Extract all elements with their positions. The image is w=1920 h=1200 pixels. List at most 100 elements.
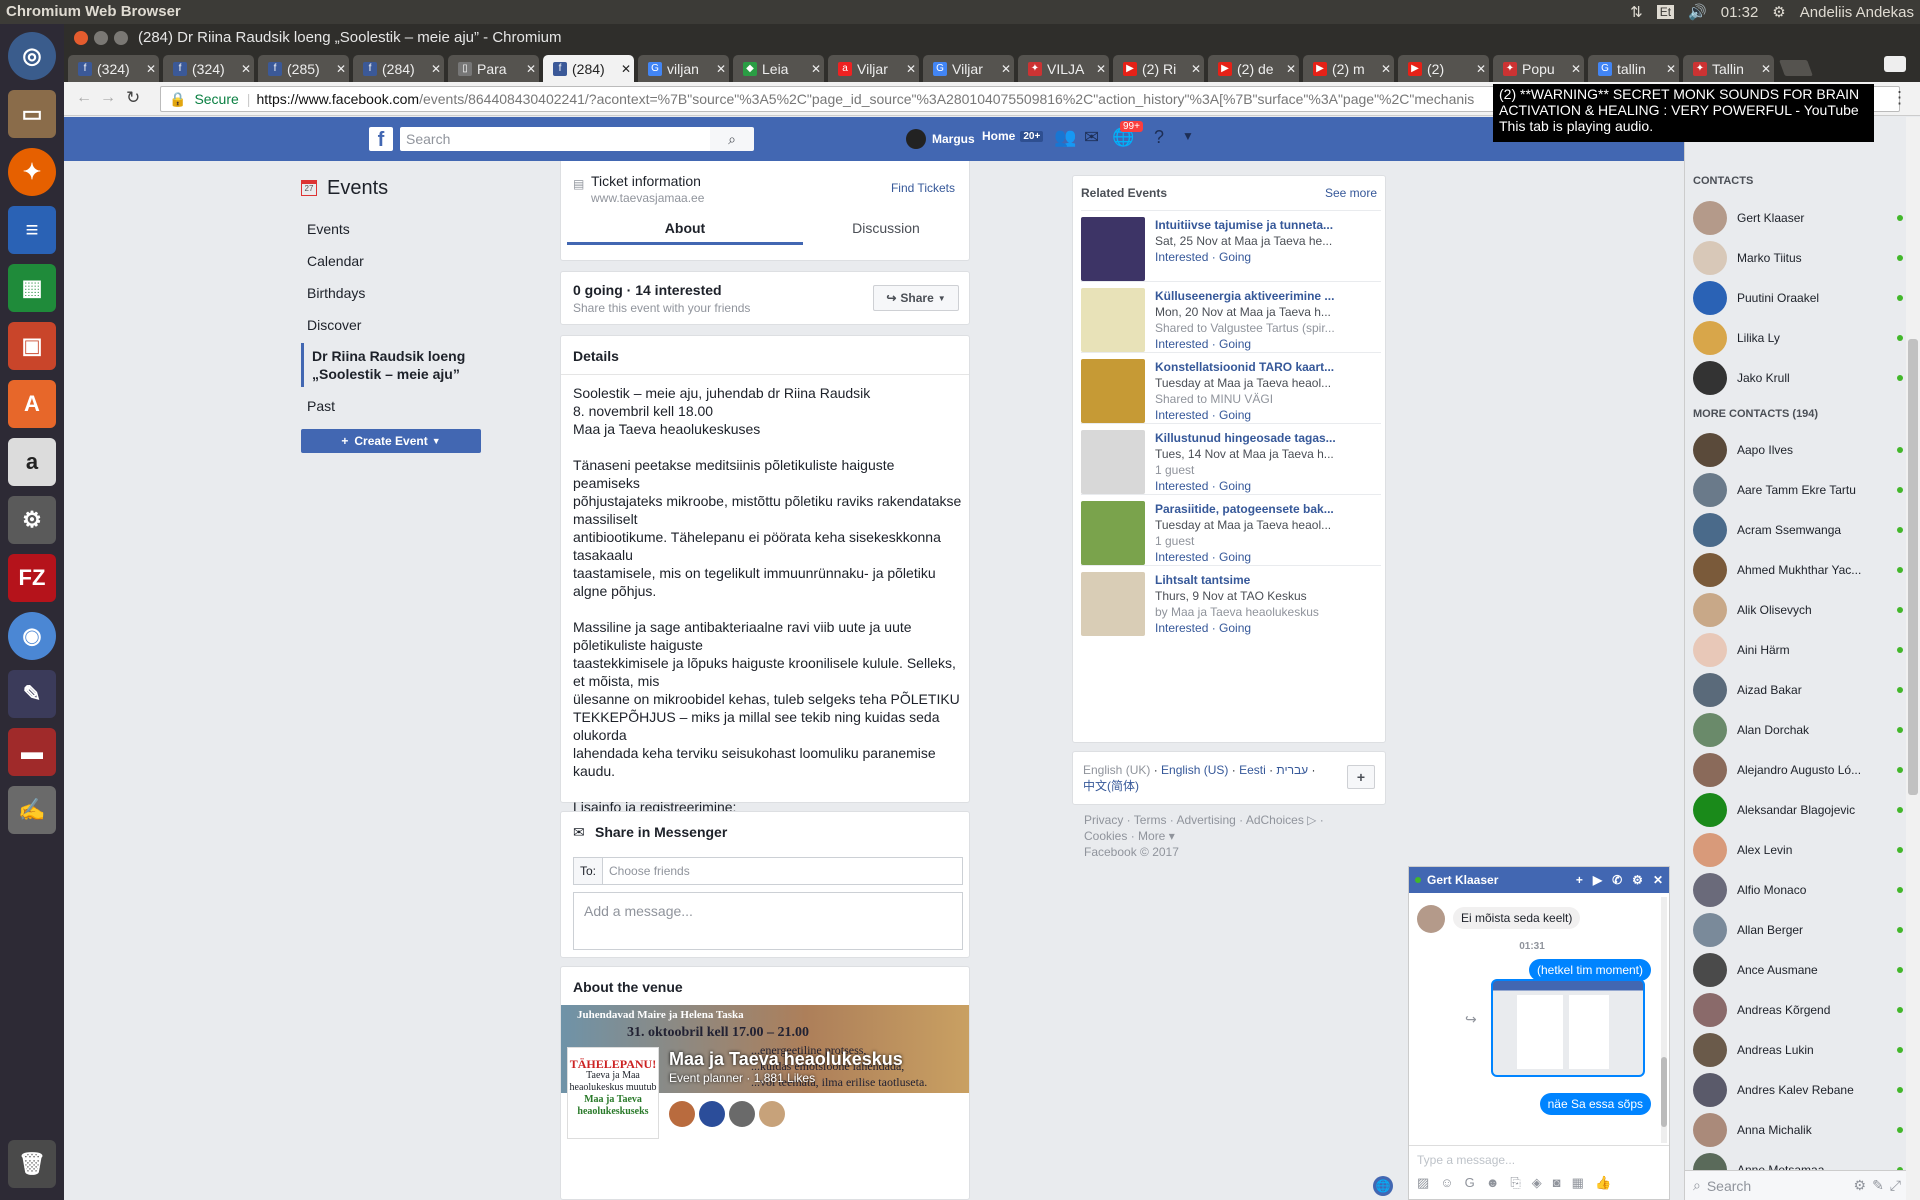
avatar[interactable]: [669, 1101, 695, 1127]
attach-icon[interactable]: ⎘: [1510, 1175, 1520, 1191]
software-center-icon[interactable]: A: [8, 380, 56, 428]
files-icon[interactable]: ▭: [8, 90, 56, 138]
account-menu-icon[interactable]: ▼: [1182, 129, 1194, 143]
related-event-item[interactable]: Intuitiivse tajumise ja tunneta... Sat, 2…: [1081, 210, 1381, 281]
chat-message-input[interactable]: Type a message...: [1417, 1153, 1515, 1167]
phone-icon[interactable]: ✆: [1612, 873, 1622, 887]
contact-item[interactable]: Alik Olisevych: [1693, 590, 1903, 630]
close-tab-icon[interactable]: ✕: [903, 62, 919, 76]
browser-tab[interactable]: ▶ (2) ✕: [1398, 55, 1489, 82]
lang-link[interactable]: 中文(简体): [1083, 778, 1323, 794]
related-event-title[interactable]: Konstellatsioonid TARO kaart...: [1155, 359, 1345, 375]
close-tab-icon[interactable]: ✕: [428, 62, 444, 76]
contact-item[interactable]: Ance Ausmane: [1693, 950, 1903, 990]
close-tab-icon[interactable]: ✕: [238, 62, 254, 76]
related-event-title[interactable]: Intuitiivse tajumise ja tunneta...: [1155, 217, 1345, 233]
chat-header[interactable]: Gert Klaaser + ▶ ✆ ⚙ ✕: [1409, 867, 1669, 893]
chromium-icon[interactable]: ◉: [8, 612, 56, 660]
chat-name[interactable]: Gert Klaaser: [1427, 873, 1498, 887]
contact-item[interactable]: Puutini Oraakel: [1693, 278, 1903, 318]
avatar[interactable]: [729, 1101, 755, 1127]
camera-icon[interactable]: ◙: [1553, 1175, 1561, 1191]
contact-item[interactable]: Aini Härm: [1693, 630, 1903, 670]
filezilla-icon[interactable]: FZ: [8, 554, 56, 602]
contact-item[interactable]: Allan Berger: [1693, 910, 1903, 950]
impress-icon[interactable]: ▣: [8, 322, 56, 370]
system-settings-icon[interactable]: ⚙: [8, 496, 56, 544]
contact-item[interactable]: Andres Kalev Rebane: [1693, 1070, 1903, 1110]
contact-item[interactable]: Alan Dorchak: [1693, 710, 1903, 750]
settings-icon[interactable]: ⚙: [1772, 3, 1785, 21]
lang-link[interactable]: Eesti: [1239, 763, 1266, 777]
close-icon[interactable]: ✕: [1653, 873, 1663, 887]
event-thumbnail[interactable]: [1081, 217, 1145, 281]
contact-item[interactable]: Anna Michalik: [1693, 1110, 1903, 1150]
browser-tab[interactable]: f (324) ✕: [68, 55, 159, 82]
close-tab-icon[interactable]: ✕: [1663, 62, 1679, 76]
options-gear-icon[interactable]: ⚙: [1632, 873, 1643, 887]
venue-name[interactable]: Maa ja Taeva heaolukeskus: [669, 1049, 903, 1070]
calc-icon[interactable]: ▦: [8, 264, 56, 312]
writer-icon[interactable]: ≡: [8, 206, 56, 254]
close-window-icon[interactable]: [74, 31, 88, 45]
network-icon[interactable]: ⇅: [1630, 3, 1643, 21]
see-more-link[interactable]: See more: [1325, 186, 1377, 200]
search-button[interactable]: ⌕: [710, 127, 754, 151]
close-tab-icon[interactable]: ✕: [1378, 62, 1394, 76]
browser-tab[interactable]: ✦ Popu ✕: [1493, 55, 1584, 82]
browser-tab[interactable]: f (284) ✕: [543, 55, 634, 82]
scrollbar-thumb[interactable]: [1908, 339, 1918, 795]
browser-tab[interactable]: ▶ (2) Ri ✕: [1113, 55, 1204, 82]
footer-links-1[interactable]: Privacy · Terms · Advertising · AdChoice…: [1084, 812, 1324, 828]
contact-item[interactable]: Acram Ssemwanga: [1693, 510, 1903, 550]
avatar[interactable]: [759, 1101, 785, 1127]
trash-icon[interactable]: 🗑: [8, 1140, 56, 1188]
close-tab-icon[interactable]: ✕: [1283, 62, 1299, 76]
close-tab-icon[interactable]: ✕: [143, 62, 159, 76]
settings-icon[interactable]: ⚙: [1854, 1177, 1867, 1194]
text-editor-icon[interactable]: ✍: [8, 786, 56, 834]
related-event-item[interactable]: Lihtsalt tantsime Thurs, 9 Nov at TAO Kes…: [1081, 565, 1381, 636]
globe-icon[interactable]: 🌐: [1373, 1176, 1393, 1196]
keyboard-indicator[interactable]: Et: [1656, 5, 1675, 19]
contact-item[interactable]: Aapo Ilves: [1693, 430, 1903, 470]
close-tab-icon[interactable]: ✕: [808, 62, 824, 76]
browser-tab[interactable]: Gviljan ✕: [638, 55, 729, 82]
contact-item[interactable]: Andreas Kõrgend: [1693, 990, 1903, 1030]
contact-item[interactable]: Alejandro Augusto Ló...: [1693, 750, 1903, 790]
related-event-title[interactable]: Parasiitide, patogeensete bak...: [1155, 501, 1345, 517]
messenger-icon[interactable]: ✉: [1084, 127, 1099, 148]
user-name[interactable]: Andeliis Andekas: [1800, 4, 1914, 21]
gif-icon[interactable]: G: [1465, 1175, 1475, 1191]
like-icon[interactable]: 👍: [1595, 1175, 1611, 1191]
reload-icon[interactable]: ↻: [126, 88, 140, 108]
video-call-icon[interactable]: ▶: [1593, 873, 1602, 887]
event-thumbnail[interactable]: [1081, 430, 1145, 494]
find-tickets-link[interactable]: Find Tickets: [891, 181, 955, 195]
minimize-window-icon[interactable]: [94, 31, 108, 45]
browser-tab[interactable]: a Viljar ✕: [828, 55, 919, 82]
to-field[interactable]: To: Choose friends: [573, 857, 963, 885]
related-event-actions[interactable]: Interested · Going: [1155, 478, 1345, 494]
contact-item[interactable]: Jako Krull: [1693, 358, 1903, 398]
amazon-icon[interactable]: a: [8, 438, 56, 486]
create-event-button[interactable]: + Create Event ▼: [301, 429, 481, 453]
volume-icon[interactable]: 🔊: [1688, 3, 1707, 21]
close-tab-icon[interactable]: ✕: [618, 62, 634, 76]
menu-icon[interactable]: ⋮: [1891, 88, 1908, 108]
paint-icon[interactable]: ✎: [8, 670, 56, 718]
contact-item[interactable]: Alfio Monaco: [1693, 870, 1903, 910]
related-event-item[interactable]: Konstellatsioonid TARO kaart... Tuesday a…: [1081, 352, 1381, 423]
nav-past[interactable]: Past: [301, 387, 491, 423]
expand-icon[interactable]: ⤢: [1890, 1177, 1901, 1194]
help-icon[interactable]: ?: [1154, 127, 1164, 148]
related-event-title[interactable]: Killustunud hingeosade tagas...: [1155, 430, 1345, 446]
nav-calendar[interactable]: Calendar: [301, 245, 491, 277]
back-icon[interactable]: ←: [76, 89, 92, 107]
contact-item[interactable]: Andreas Lukin: [1693, 1030, 1903, 1070]
avatar[interactable]: [699, 1101, 725, 1127]
browser-tab[interactable]: G Viljar ✕: [923, 55, 1014, 82]
browser-tab[interactable]: f (324) ✕: [163, 55, 254, 82]
game-icon[interactable]: ◈: [1532, 1175, 1542, 1191]
event-thumbnail[interactable]: [1081, 288, 1145, 352]
